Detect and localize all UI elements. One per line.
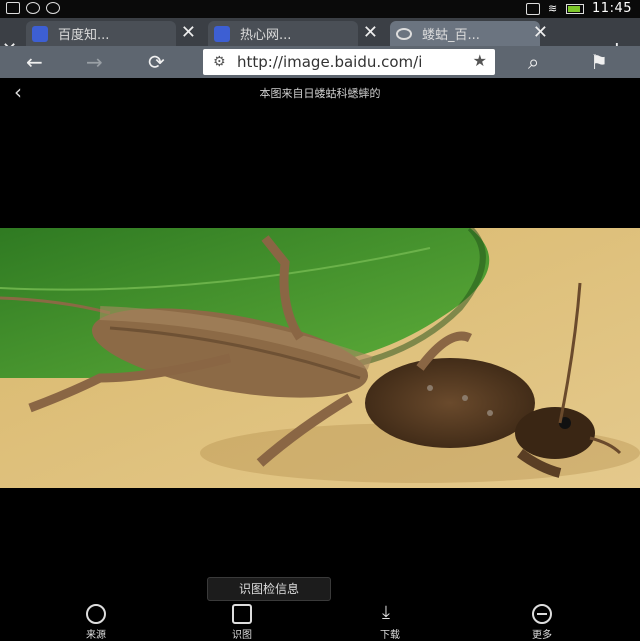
scan-icon [232, 604, 252, 624]
bookmark-icon[interactable]: ⚑ [590, 50, 608, 74]
url-text: http://image.baidu.com/i [237, 53, 423, 71]
site-icon: ⚙ [213, 54, 226, 70]
tab-label: 热心网... [240, 28, 292, 43]
bottom-action-bar: 来源 识图 下载 更多 [0, 600, 640, 641]
battery-icon [566, 3, 585, 14]
search-icon[interactable]: ⌕ [528, 50, 539, 74]
tab-strip: ✕ 百度知... ✕ 热心网... ✕ 蝼蛄_百... ✕ + [0, 18, 640, 63]
system-icons: ≋ 11:45 [526, 1, 632, 16]
browser-icon [46, 2, 60, 14]
signal-icon [526, 2, 541, 15]
sync-icon [26, 2, 40, 14]
more-label: 更多 [532, 630, 552, 641]
tab-rexin[interactable]: 热心网... ✕ [208, 21, 378, 46]
tab-baidu-zhidao[interactable]: 百度知... ✕ [26, 21, 196, 46]
status-bar: ≋ 11:45 [0, 0, 640, 18]
download-button[interactable]: 下载 [360, 602, 420, 641]
mole-cricket-photo[interactable] [0, 228, 640, 488]
wifi-icon: ≋ [548, 1, 558, 15]
refresh-icon[interactable]: ⟳ [148, 50, 165, 74]
tab-label: 百度知... [58, 28, 110, 43]
more-button[interactable]: 更多 [512, 604, 572, 641]
download-label: 下载 [380, 630, 400, 641]
tab-lougu[interactable]: 蝼蛄_百... ✕ [390, 21, 548, 46]
tab-label: 蝼蛄_百... [422, 28, 480, 43]
close-tab-icon[interactable]: ✕ [533, 22, 548, 43]
compass-icon [86, 604, 106, 624]
address-bar[interactable]: ⚙ http://image.baidu.com/i ★ [203, 49, 495, 75]
forward-arrow-icon[interactable]: → [86, 50, 103, 74]
clock: 11:45 [592, 1, 632, 16]
close-tab-icon[interactable]: ✕ [363, 22, 378, 43]
viewer-title: 本图来自日蝼蛄科蟋蟀的 [259, 87, 381, 100]
viewer-header: ‹ 本图来自日蝼蛄科蟋蟀的 [0, 78, 640, 106]
favicon-icon [32, 25, 48, 42]
download-icon [380, 602, 400, 624]
photo-illustration [0, 228, 640, 488]
scan-label: 识图 [232, 630, 252, 641]
notification-icons [6, 2, 60, 14]
star-icon[interactable]: ★ [473, 49, 487, 74]
identify-image-button[interactable]: 识图检信息 [207, 577, 331, 601]
eye-icon [396, 27, 412, 40]
close-tab-icon[interactable]: ✕ [181, 22, 196, 43]
source-button[interactable]: 来源 [66, 604, 126, 641]
source-label: 来源 [86, 630, 106, 641]
favicon-icon [214, 25, 230, 42]
navigation-bar: ← → ⟳ ⚙ http://image.baidu.com/i ★ ⌕ ⚑ [0, 46, 640, 78]
scan-button[interactable]: 识图 [212, 604, 272, 641]
back-arrow-icon[interactable]: ← [26, 50, 43, 74]
more-icon [532, 604, 552, 624]
message-icon [6, 2, 20, 14]
